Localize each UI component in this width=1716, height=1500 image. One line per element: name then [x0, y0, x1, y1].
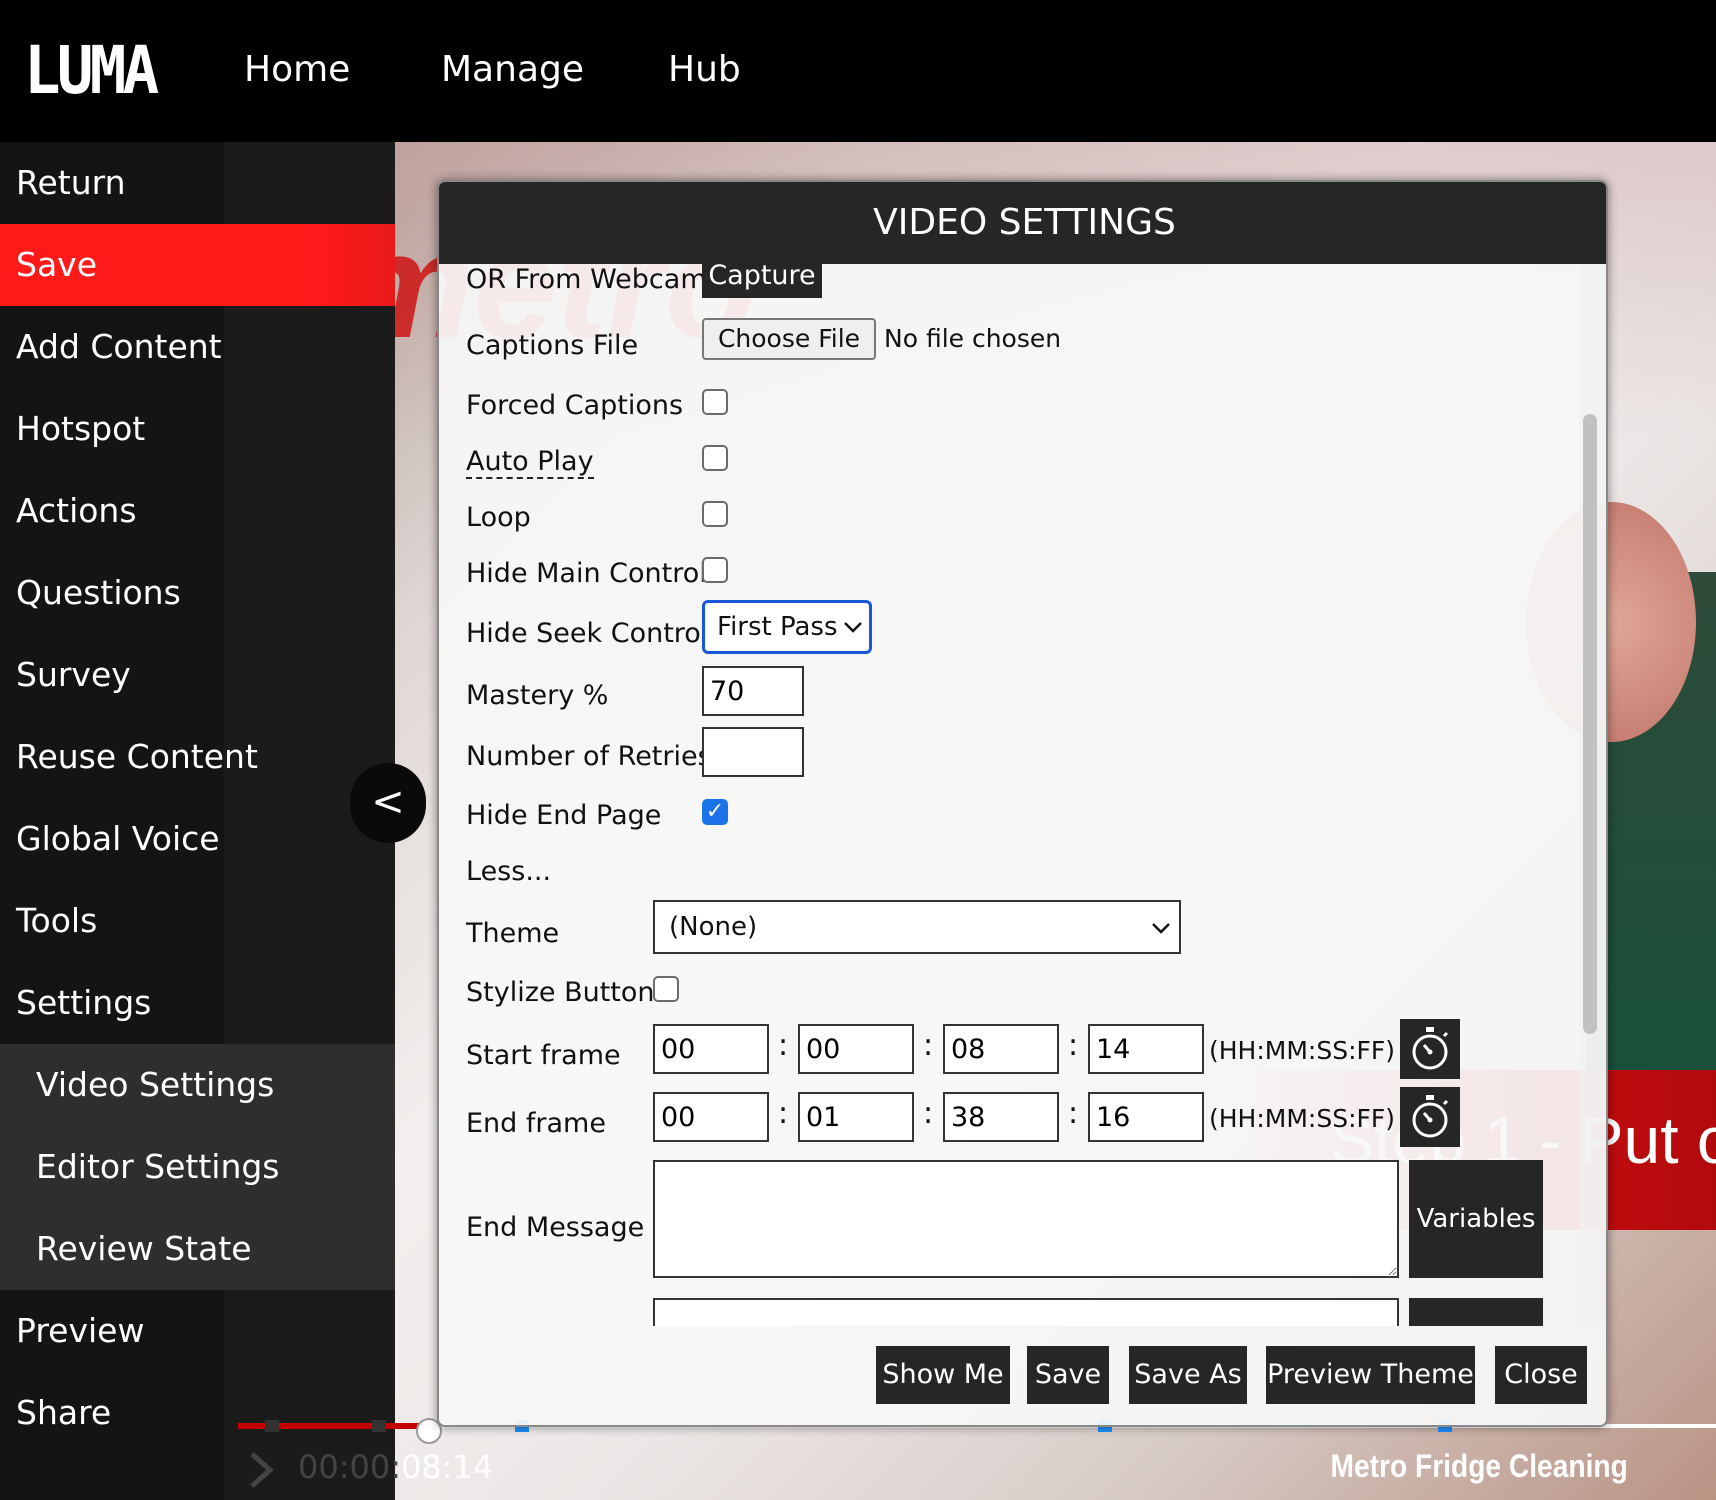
auto-play-checkbox[interactable] [702, 445, 728, 471]
sidebar-item-questions[interactable]: Questions [0, 552, 395, 634]
end-frame-frames[interactable] [1088, 1092, 1204, 1142]
forced-captions-label: Forced Captions [466, 390, 684, 421]
nav-manage[interactable]: Manage [441, 48, 584, 92]
retries-label: Number of Retries [466, 741, 712, 772]
settings-form: OR From Webcam Capture Captions File Cho… [439, 264, 1606, 1326]
forced-captions-checkbox[interactable] [702, 389, 728, 415]
capture-button[interactable]: Capture [702, 264, 822, 298]
nav-hub[interactable]: Hub [668, 48, 741, 92]
theme-label: Theme [466, 918, 560, 949]
start-frame-stopwatch-button[interactable] [1400, 1019, 1460, 1079]
start-frame-label: Start frame [466, 1040, 621, 1071]
variables-button[interactable]: Variables [1409, 1160, 1543, 1278]
hide-main-controls-label: Hide Main Controls [466, 558, 721, 589]
start-frame-frames[interactable] [1088, 1024, 1204, 1074]
save-button[interactable]: Save [1027, 1346, 1109, 1404]
show-me-button[interactable]: Show Me [876, 1346, 1010, 1404]
seek-marker[interactable] [372, 1420, 386, 1432]
sidebar-item-share[interactable]: Share [0, 1372, 395, 1454]
mastery-label: Mastery % [466, 680, 609, 711]
next-variables-button[interactable] [1409, 1298, 1543, 1326]
sidebar-item-preview[interactable]: Preview [0, 1290, 395, 1372]
video-settings-dialog: VIDEO SETTINGS OR From Webcam Capture Ca… [437, 180, 1608, 1427]
start-frame-seconds[interactable] [943, 1024, 1059, 1074]
no-file-chosen-text: No file chosen [884, 324, 1062, 353]
sidebar-item-actions[interactable]: Actions [0, 470, 395, 552]
hide-end-page-label: Hide End Page [466, 800, 662, 831]
sidebar-item-survey[interactable]: Survey [0, 634, 395, 716]
choose-file-button[interactable]: Choose File [702, 318, 876, 360]
hide-seek-controls-value: First Pass [717, 612, 838, 642]
theme-value: (None) [669, 912, 758, 942]
mastery-input[interactable] [702, 666, 804, 716]
sidebar-item-review-state[interactable]: Review State [0, 1208, 395, 1290]
time-readout-current: 08:14 [401, 1448, 494, 1486]
hide-end-page-checkbox[interactable]: ✓ [702, 799, 728, 825]
less-options-link[interactable]: Less... [466, 856, 551, 887]
captions-file-label: Captions File [466, 330, 639, 361]
sidebar-item-add-content[interactable]: Add Content [0, 306, 395, 388]
save-as-button[interactable]: Save As [1129, 1346, 1247, 1404]
chevron-down-icon [843, 619, 863, 638]
play-icon[interactable] [246, 1450, 276, 1490]
time-readout-dim: 00:00: [298, 1448, 401, 1486]
close-button[interactable]: Close [1495, 1346, 1587, 1404]
preview-theme-button[interactable]: Preview Theme [1266, 1346, 1475, 1404]
stylize-buttons-checkbox[interactable] [653, 976, 679, 1002]
dialog-scrollbar-thumb[interactable] [1583, 414, 1597, 1034]
end-frame-seconds[interactable] [943, 1092, 1059, 1142]
luma-logo[interactable]: LUMA [24, 36, 159, 106]
sidebar-item-tools[interactable]: Tools [0, 880, 395, 962]
sidebar-item-hotspot[interactable]: Hotspot [0, 388, 395, 470]
dialog-title: VIDEO SETTINGS [873, 202, 1176, 243]
hide-seek-controls-label: Hide Seek Controls [466, 618, 723, 649]
end-frame-minutes[interactable] [798, 1092, 914, 1142]
loop-checkbox[interactable] [702, 501, 728, 527]
top-navigation-bar: LUMA Home Manage Hub [0, 0, 1716, 142]
auto-play-label: Auto Play [466, 446, 594, 479]
time-readout: 00:00:08:14 [298, 1448, 493, 1486]
stylize-buttons-label: Stylize Buttons [466, 977, 669, 1008]
sidebar-item-save[interactable]: Save [0, 224, 395, 306]
stopwatch-icon [1412, 1095, 1449, 1138]
sidebar-item-video-settings[interactable]: Video Settings [0, 1044, 395, 1126]
end-message-textarea[interactable] [653, 1160, 1399, 1278]
next-textarea[interactable] [653, 1298, 1399, 1326]
dialog-header: VIDEO SETTINGS [439, 182, 1606, 264]
sidebar-item-reuse-content[interactable]: Reuse Content [0, 716, 395, 798]
editor-sidebar: Return Save Add Content Hotspot Actions … [0, 142, 395, 1500]
sidebar-item-global-voice[interactable]: Global Voice [0, 798, 395, 880]
hide-main-controls-checkbox[interactable] [702, 557, 728, 583]
start-frame-hours[interactable] [653, 1024, 769, 1074]
nav-home[interactable]: Home [244, 48, 350, 92]
sidebar-item-return[interactable]: Return [0, 142, 395, 224]
retries-input[interactable] [702, 727, 804, 777]
end-frame-hours[interactable] [653, 1092, 769, 1142]
webcam-label: OR From Webcam [466, 264, 707, 295]
theme-select[interactable]: (None) [653, 900, 1181, 954]
seek-marker[interactable] [265, 1420, 279, 1432]
stopwatch-icon [1412, 1027, 1449, 1070]
collapse-sidebar-button[interactable]: < [350, 763, 426, 843]
chevron-down-icon [1151, 920, 1171, 939]
loop-label: Loop [466, 502, 531, 533]
sidebar-item-settings[interactable]: Settings [0, 962, 395, 1044]
end-message-label: End Message [466, 1212, 645, 1243]
hide-seek-controls-select[interactable]: First Pass [702, 600, 872, 654]
start-frame-minutes[interactable] [798, 1024, 914, 1074]
end-frame-format: (HH:MM:SS:FF) [1209, 1104, 1396, 1133]
video-title: Metro Fridge Cleaning [1330, 1448, 1628, 1484]
end-frame-label: End frame [466, 1108, 606, 1139]
start-frame-format: (HH:MM:SS:FF) [1209, 1036, 1396, 1065]
sidebar-item-editor-settings[interactable]: Editor Settings [0, 1126, 395, 1208]
end-frame-stopwatch-button[interactable] [1400, 1087, 1460, 1147]
